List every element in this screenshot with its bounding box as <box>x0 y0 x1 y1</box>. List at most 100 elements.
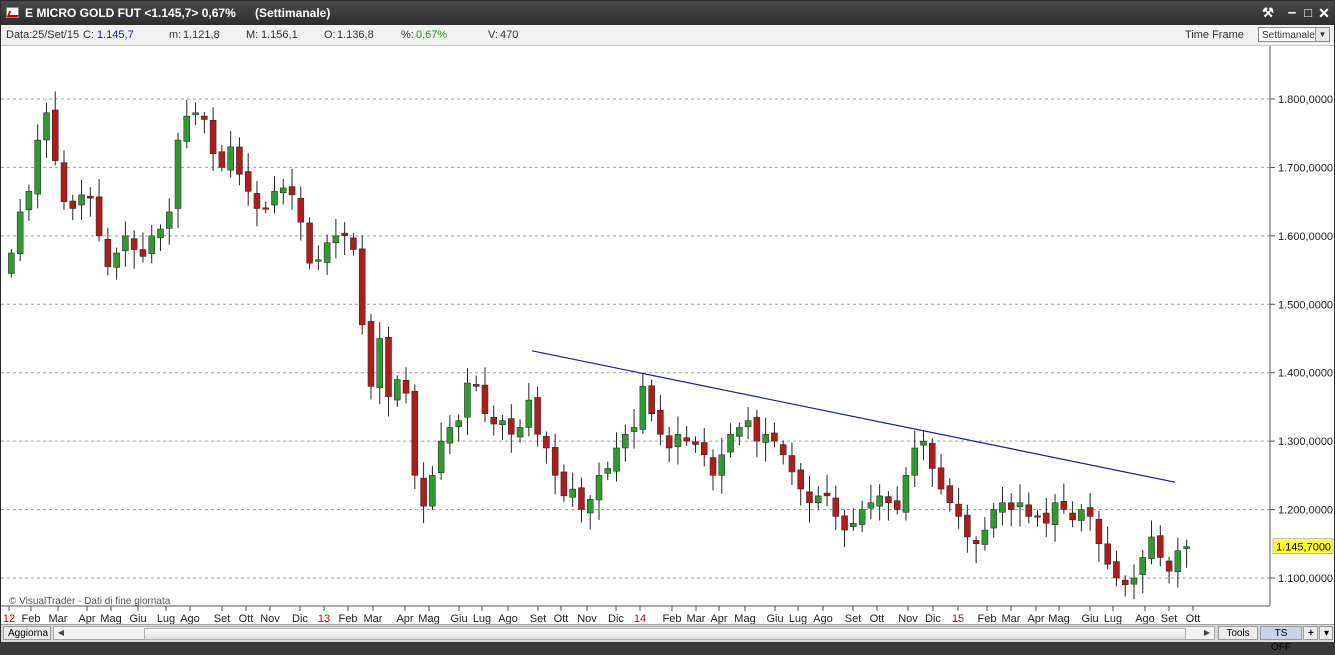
x-tick-label: Mag <box>100 613 121 624</box>
candle-body <box>130 238 138 250</box>
candle-body <box>858 509 866 525</box>
candle-body <box>999 502 1006 513</box>
candle-body <box>1130 577 1138 585</box>
candle-body <box>648 385 655 415</box>
x-tick-label: Apr <box>1027 613 1044 624</box>
x-tick-label: Giu <box>129 613 146 624</box>
y-tick-label: 1.400,0000 <box>1278 368 1333 380</box>
candle-body <box>1069 512 1076 521</box>
candle-body <box>315 259 322 262</box>
timeframe-value: Settimanale <box>1262 30 1315 41</box>
candle-body <box>911 447 918 476</box>
chevron-down-icon[interactable]: ▼ <box>1315 28 1329 41</box>
candle-body <box>1139 557 1147 575</box>
candle-body <box>253 193 261 209</box>
tools-button[interactable]: Tools <box>1218 626 1258 640</box>
ts-toggle-button[interactable]: TS OFF <box>1260 626 1302 653</box>
candle-body <box>25 191 33 211</box>
candle-body <box>595 475 603 501</box>
candle-body <box>227 146 234 171</box>
candle-body <box>534 397 541 435</box>
candle-body <box>955 503 962 517</box>
candle-body <box>972 540 980 545</box>
info-bar: Data: 25/Set/15 C: 1.145,7 m: 1.121,8 M:… <box>1 25 1334 46</box>
x-tick-label: Ago <box>498 613 518 624</box>
candle-body <box>437 440 445 473</box>
date-value: 25/Set/15 <box>32 29 80 41</box>
x-tick-label: Dic <box>292 613 308 624</box>
candle-body <box>1034 515 1041 518</box>
y-tick-label: 1.500,0000 <box>1278 299 1333 311</box>
candle-body <box>630 427 638 432</box>
candle-body <box>683 437 690 442</box>
window-title: E MICRO GOLD FUT <1.145,7> 0,67% <box>25 6 236 20</box>
candle-body <box>771 432 778 442</box>
x-tick-label: Feb <box>339 613 358 624</box>
candle-body <box>1086 507 1094 517</box>
x-tick-label: Mar <box>687 613 706 624</box>
candle-body <box>174 139 182 209</box>
candle-body <box>736 427 743 437</box>
watermark: © VisualTrader - Dati di fine giornata <box>9 596 171 607</box>
x-tick-label: Lug <box>1104 613 1122 624</box>
last-price-tag-group: 1.145,7000 <box>1272 538 1334 554</box>
candle-body <box>157 228 164 239</box>
candle-body <box>516 427 524 438</box>
scroll-right-icon[interactable]: ▶ <box>1201 627 1213 639</box>
candle-body <box>113 252 120 268</box>
candle-body <box>69 200 77 209</box>
candle-body <box>332 235 340 243</box>
update-button[interactable]: Aggiorna <box>3 626 51 640</box>
candle-body <box>508 418 515 435</box>
add-button[interactable]: + <box>1303 626 1318 640</box>
candle-body <box>867 502 875 509</box>
x-tick-label: Ago <box>1135 613 1155 624</box>
pin-icon[interactable]: ⚒ <box>1260 5 1276 21</box>
x-tick-label: Ott <box>239 613 254 624</box>
maximize-button[interactable]: □ <box>1300 5 1316 21</box>
candle-body <box>622 434 629 449</box>
candle-body <box>1060 501 1068 510</box>
candle-body <box>16 211 24 254</box>
candle-body <box>674 434 682 447</box>
candle-body <box>490 416 498 425</box>
y-tick-label: 1.600,0000 <box>1278 231 1333 243</box>
horizontal-scrollbar[interactable]: ◀ ▶ <box>53 626 1215 640</box>
x-tick-label: 13 <box>318 613 330 624</box>
x-tick-label: Giu <box>766 613 783 624</box>
candle-body <box>43 112 50 141</box>
candle-body <box>385 336 392 397</box>
scroll-left-icon[interactable]: ◀ <box>55 627 67 639</box>
price-chart[interactable]: 1.800,0000 1.700,0000 1.600,0000 1.500,0000… <box>1 46 1334 624</box>
candle-body <box>402 379 410 394</box>
candle-body <box>60 162 68 202</box>
candle-body <box>341 232 348 237</box>
window-period: (Settimanale) <box>255 6 331 20</box>
minimize-button[interactable]: – <box>1284 5 1300 21</box>
candle-body <box>850 523 857 527</box>
candle-body <box>586 499 594 514</box>
close-button[interactable]: ✕ <box>1316 5 1332 21</box>
max-value: 1.156,1 <box>261 29 298 41</box>
vol-value: 470 <box>500 29 519 41</box>
candle-body <box>657 410 664 435</box>
x-tick-label: Lug <box>157 613 175 624</box>
candle-body <box>1174 550 1182 573</box>
candle-body <box>367 321 375 387</box>
menu-button[interactable]: ▾ <box>1319 626 1333 640</box>
scrollbar-thumb[interactable] <box>144 628 1186 640</box>
x-tick-label: 12 <box>3 613 15 624</box>
candle-body <box>788 455 796 473</box>
candle-body <box>762 434 769 443</box>
candle-body <box>578 487 585 510</box>
x-tick-label: Mag <box>1048 613 1069 624</box>
candle-body <box>937 467 945 490</box>
x-tick-label: Apr <box>710 613 727 624</box>
candle-body <box>148 235 155 254</box>
x-tick-label: Feb <box>663 613 682 624</box>
title-bar[interactable]: E MICRO GOLD FUT <1.145,7> 0,67% (Settim… <box>1 1 1334 25</box>
timeframe-select[interactable]: Settimanale ▼ <box>1258 27 1330 42</box>
candle-body <box>271 191 278 206</box>
min-label: m: <box>169 29 182 41</box>
x-tick-label: Ott <box>554 613 569 624</box>
